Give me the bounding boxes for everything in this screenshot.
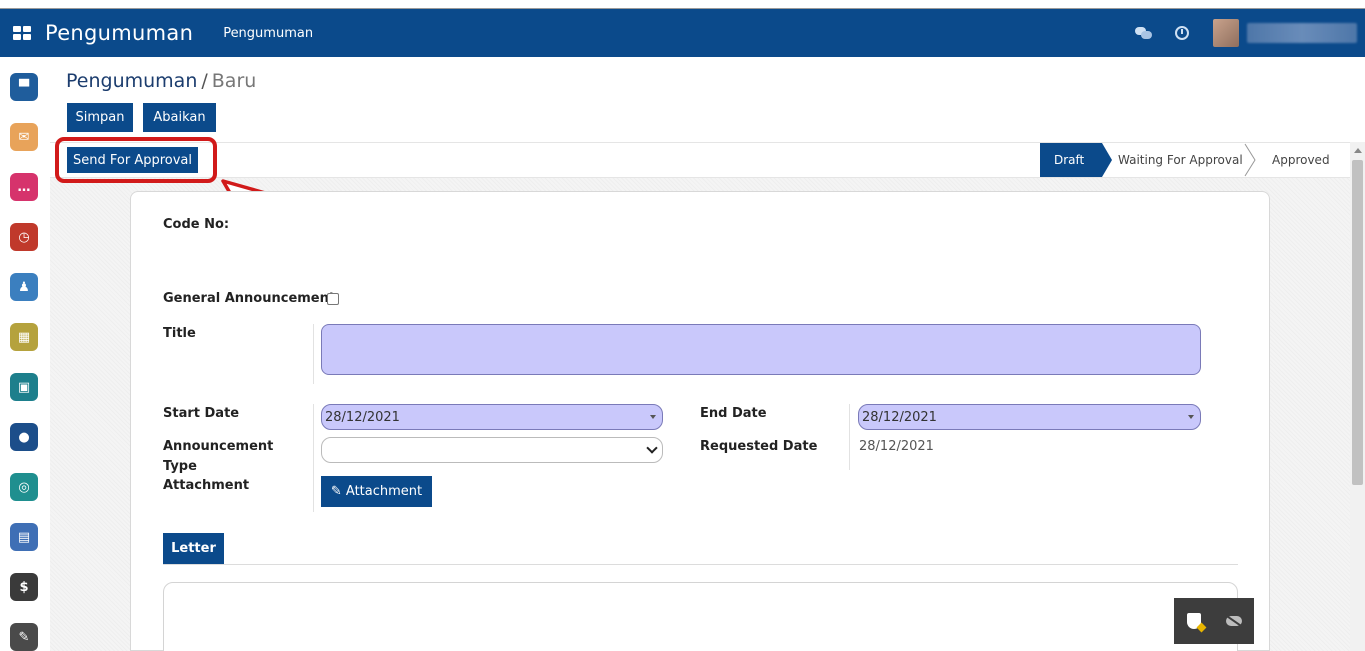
shield-warning-icon[interactable] xyxy=(1186,613,1201,629)
requested-date-label: Requested Date xyxy=(700,439,818,454)
apps-menu-icon[interactable] xyxy=(13,26,31,40)
letter-editor[interactable] xyxy=(163,582,1238,651)
breadcrumb: Pengumuman / Baru xyxy=(66,70,256,92)
app-brand[interactable]: Pengumuman xyxy=(45,21,193,45)
announcement-type-label-line1: Announcement xyxy=(163,439,274,454)
dashboard-icon[interactable]: ◎ xyxy=(10,473,38,501)
user-name-blurred[interactable] xyxy=(1247,23,1357,43)
code-no-label: Code No: xyxy=(163,217,230,232)
attachment-label: Attachment xyxy=(163,478,250,493)
start-date-label: Start Date xyxy=(163,406,240,421)
requested-date-value: 28/12/2021 xyxy=(859,439,934,454)
attachment-button[interactable]: ✎ Attachment xyxy=(321,476,432,507)
end-date-value: 28/12/2021 xyxy=(862,409,937,425)
badge-icon[interactable]: ● xyxy=(10,423,38,451)
tab-letter[interactable]: Letter xyxy=(163,533,224,564)
right-group-divider xyxy=(849,404,850,470)
floating-tray xyxy=(1174,598,1254,644)
start-date-value: 28/12/2021 xyxy=(325,409,400,425)
save-button[interactable]: Simpan xyxy=(67,103,133,132)
end-date-input[interactable]: 28/12/2021 xyxy=(858,404,1201,430)
chat-icon[interactable] xyxy=(1135,26,1153,40)
start-date-caret-icon xyxy=(650,415,656,419)
nav-menu-pengumuman[interactable]: Pengumuman xyxy=(223,26,313,41)
general-announcement-label: General Announcement xyxy=(163,291,336,306)
announcement-type-label-line2: Type xyxy=(163,459,197,474)
highlight-annotation-box xyxy=(55,137,217,183)
calendar-icon[interactable]: ▦ xyxy=(10,323,38,351)
chevron-down-icon xyxy=(646,442,658,454)
announcement-type-select[interactable] xyxy=(321,437,663,463)
monitor-icon[interactable]: ▣ xyxy=(10,373,38,401)
inbox-icon[interactable]: ✉ xyxy=(10,123,38,151)
box-icon[interactable]: ▤ xyxy=(10,523,38,551)
activity-clock-icon[interactable] xyxy=(1175,26,1189,40)
stage-approved[interactable]: Approved xyxy=(1272,143,1330,177)
window-frame xyxy=(0,0,1365,9)
presentation-icon[interactable]: ▀ xyxy=(10,73,38,101)
breadcrumb-separator: / xyxy=(201,70,208,92)
user-avatar[interactable] xyxy=(1213,19,1239,47)
left-group-divider xyxy=(313,404,314,512)
app-sidebar: ▀ ✉ … ◷ ♟ ▦ ▣ ● ◎ ▤ $ ✎ xyxy=(0,57,50,651)
stage-draft[interactable]: Draft xyxy=(1040,143,1112,177)
title-divider xyxy=(313,324,314,384)
start-date-input[interactable]: 28/12/2021 xyxy=(321,404,663,430)
general-announcement-checkbox[interactable] xyxy=(327,293,339,305)
breadcrumb-parent[interactable]: Pengumuman xyxy=(66,70,197,92)
cloud-off-icon[interactable] xyxy=(1225,616,1242,626)
scroll-up-arrow-icon[interactable] xyxy=(1354,148,1362,153)
breadcrumb-current: Baru xyxy=(211,70,257,92)
stage-waiting-for-approval[interactable]: Waiting For Approval xyxy=(1118,143,1243,177)
stopwatch-icon[interactable]: ◷ xyxy=(10,223,38,251)
end-date-label: End Date xyxy=(700,406,767,421)
title-label: Title xyxy=(163,326,196,341)
discard-button[interactable]: Abaikan xyxy=(143,103,216,132)
chat-icon[interactable]: … xyxy=(10,173,38,201)
top-navbar: Pengumuman Pengumuman xyxy=(0,9,1365,57)
end-date-caret-icon xyxy=(1188,415,1194,419)
title-input[interactable] xyxy=(321,324,1201,375)
edit-icon[interactable]: ✎ xyxy=(10,623,38,651)
payroll-icon[interactable]: $ xyxy=(10,573,38,601)
user-clock-icon[interactable]: ♟ xyxy=(10,273,38,301)
stage-separator-chevron xyxy=(1244,143,1256,177)
tab-underline xyxy=(163,564,1238,565)
vertical-scrollbar[interactable] xyxy=(1350,142,1365,651)
navbar-systray xyxy=(1135,9,1365,57)
scroll-thumb[interactable] xyxy=(1352,160,1363,485)
